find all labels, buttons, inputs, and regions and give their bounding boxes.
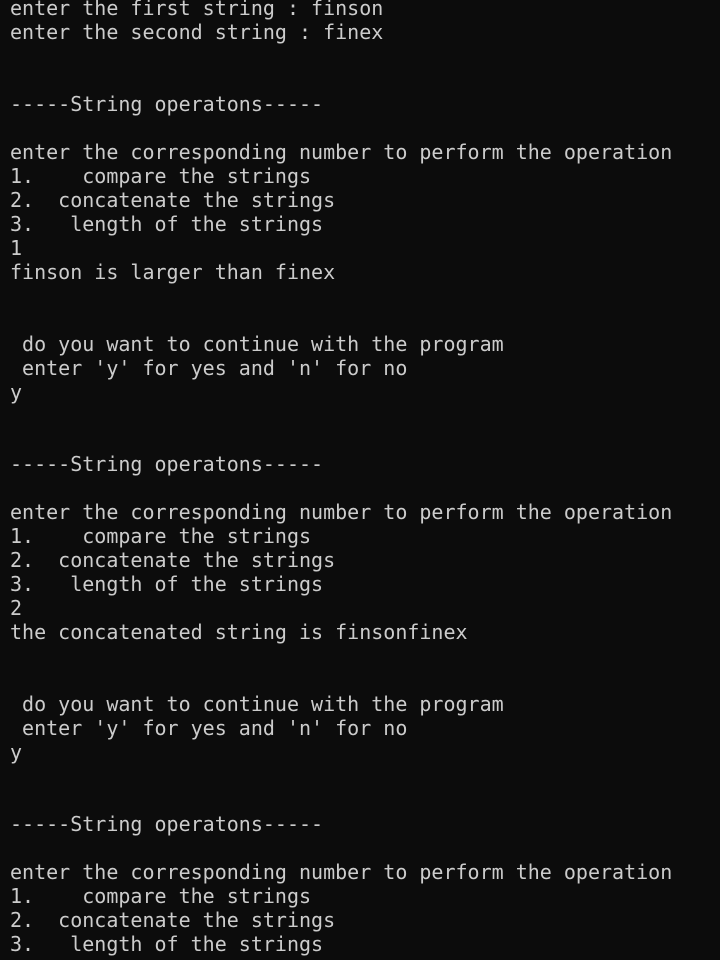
continue-prompt: do you want to continue with the program — [10, 692, 504, 716]
user-choice: 2 — [10, 596, 23, 620]
menu-instruction: enter the corresponding number to perfor… — [10, 860, 673, 884]
concatenate-result: the concatenated string is finsonfinex — [10, 620, 468, 644]
menu-option-concatenate: 2. concatenate the strings — [10, 908, 336, 932]
prompt-second-string: enter the second string : finex — [10, 20, 384, 44]
continue-instruction: enter 'y' for yes and 'n' for no — [10, 716, 408, 740]
menu-option-compare: 1. compare the strings — [10, 524, 312, 548]
menu-instruction: enter the corresponding number to perfor… — [10, 140, 673, 164]
menu-instruction: enter the corresponding number to perfor… — [10, 500, 673, 524]
user-continue-answer: y — [10, 380, 23, 404]
prompt-first-string: enter the first string : finson — [10, 0, 384, 20]
menu-header: -----String operatons----- — [10, 812, 324, 836]
menu-option-compare: 1. compare the strings — [10, 164, 312, 188]
continue-instruction: enter 'y' for yes and 'n' for no — [10, 356, 408, 380]
menu-option-concatenate: 2. concatenate the strings — [10, 548, 336, 572]
user-continue-answer: y — [10, 740, 23, 764]
menu-option-compare: 1. compare the strings — [10, 884, 312, 908]
menu-header: -----String operatons----- — [10, 92, 324, 116]
compare-result: finson is larger than finex — [10, 260, 336, 284]
menu-option-length: 3. length of the strings — [10, 932, 324, 956]
continue-prompt: do you want to continue with the program — [10, 332, 504, 356]
menu-header: -----String operatons----- — [10, 452, 324, 476]
console-output[interactable]: enter the first string : finson enter th… — [0, 0, 720, 956]
menu-option-length: 3. length of the strings — [10, 572, 324, 596]
user-choice: 1 — [10, 236, 23, 260]
menu-option-length: 3. length of the strings — [10, 212, 324, 236]
menu-option-concatenate: 2. concatenate the strings — [10, 188, 336, 212]
